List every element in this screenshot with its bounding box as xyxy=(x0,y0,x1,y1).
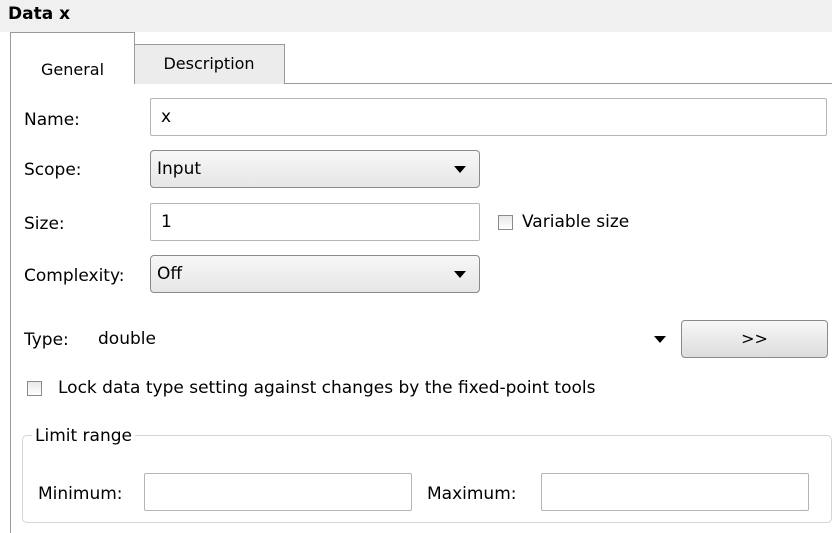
name-input[interactable]: x xyxy=(150,98,827,136)
size-input[interactable]: 1 xyxy=(150,203,480,241)
type-select[interactable]: double xyxy=(92,321,672,359)
scope-select-value: Input xyxy=(157,159,202,179)
tab-general[interactable]: General xyxy=(10,32,135,84)
data-type-assistant-button[interactable]: >> xyxy=(681,320,828,358)
size-label: Size: xyxy=(24,214,65,234)
chevron-down-icon xyxy=(454,166,466,173)
variable-size-checkbox[interactable] xyxy=(498,215,513,230)
chevron-down-icon xyxy=(454,271,466,278)
variable-size-label: Variable size xyxy=(522,212,630,232)
tab-description[interactable]: Description xyxy=(133,44,285,84)
complexity-select-value: Off xyxy=(157,264,183,284)
lock-data-type-label: Lock data type setting against changes b… xyxy=(58,378,596,398)
minimum-label: Minimum: xyxy=(38,484,123,504)
window-title: Data x xyxy=(8,4,71,24)
minimum-input[interactable] xyxy=(144,473,412,511)
type-select-value: double xyxy=(98,329,156,349)
lock-data-type-checkbox[interactable] xyxy=(27,381,42,396)
name-label: Name: xyxy=(24,110,80,130)
type-label: Type: xyxy=(24,330,69,350)
maximum-input[interactable] xyxy=(541,473,809,511)
complexity-select[interactable]: Off xyxy=(150,255,480,293)
maximum-label: Maximum: xyxy=(427,484,517,504)
scope-label: Scope: xyxy=(24,160,82,180)
limit-range-legend: Limit range xyxy=(32,426,135,446)
complexity-label: Complexity: xyxy=(24,266,125,286)
title-bar xyxy=(0,0,832,32)
chevron-down-icon xyxy=(654,336,666,343)
scope-select[interactable]: Input xyxy=(150,150,480,188)
